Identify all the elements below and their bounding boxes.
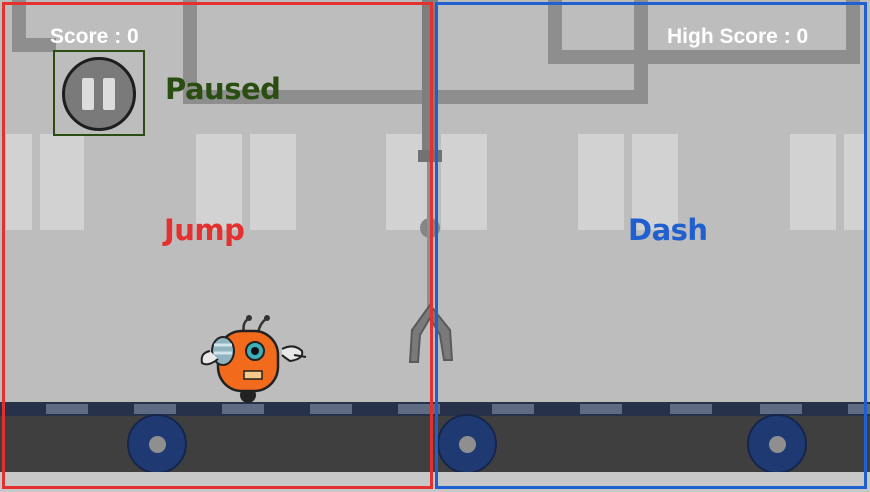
paused-status: Paused	[165, 72, 281, 106]
game-stage: Score : 0 High Score : 0 Paused Jump Das…	[0, 0, 870, 492]
high-score-label: High Score : 0	[667, 25, 809, 48]
dash-label: Dash	[628, 213, 708, 247]
pause-button[interactable]	[62, 57, 136, 131]
score-label: Score : 0	[50, 25, 139, 48]
jump-label: Jump	[164, 213, 245, 247]
